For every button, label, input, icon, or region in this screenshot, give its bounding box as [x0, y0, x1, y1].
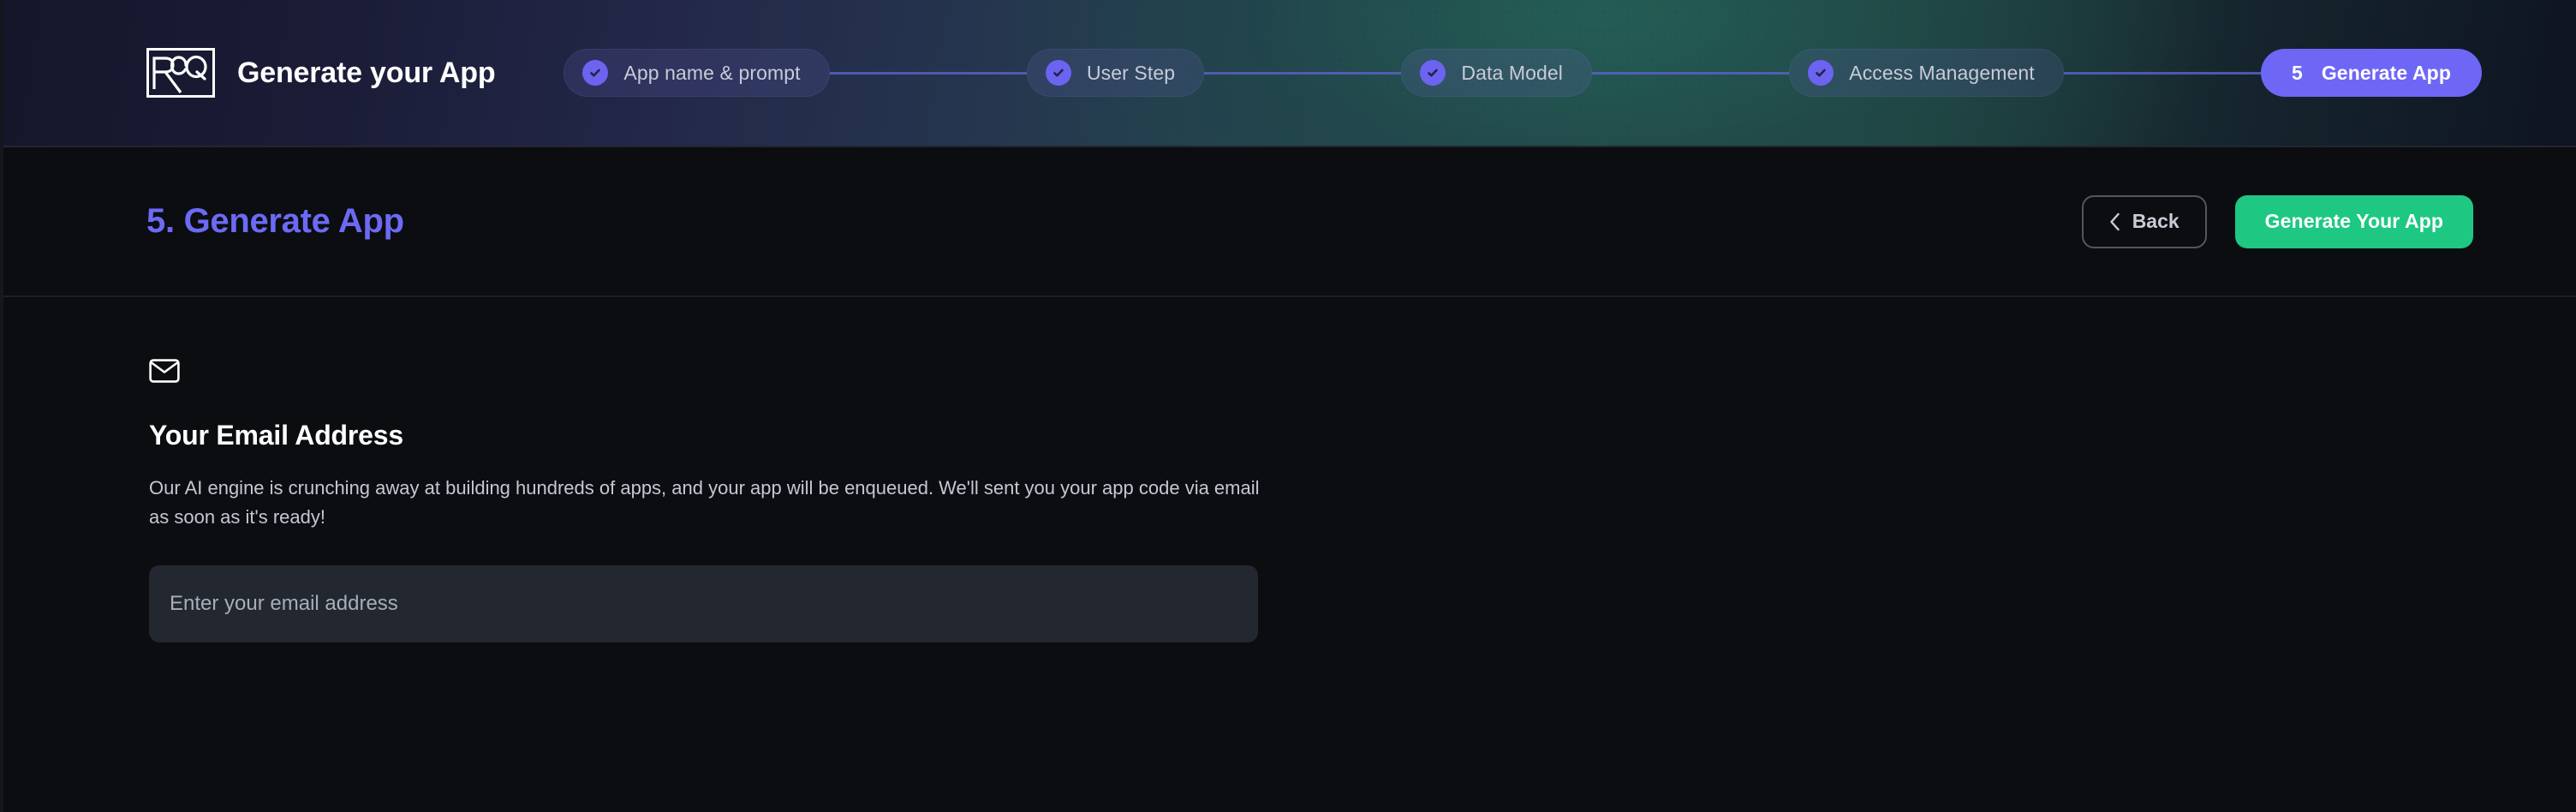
back-button-label: Back	[2132, 210, 2179, 232]
section-description: Our AI engine is crunching away at build…	[149, 477, 1260, 528]
action-buttons: Back Generate Your App	[2081, 194, 2473, 248]
step-label: Access Management	[1849, 61, 2035, 84]
rcq-logo	[146, 48, 215, 98]
step-number: 5	[2292, 61, 2303, 84]
step-access-management[interactable]: Access Management	[1789, 49, 2064, 97]
check-icon	[1045, 60, 1071, 86]
mail-icon	[149, 359, 2576, 387]
generate-your-app-button[interactable]: Generate Your App	[2234, 194, 2473, 248]
step-label: User Step	[1086, 61, 1176, 84]
back-button[interactable]: Back	[2081, 194, 2207, 248]
step-label: Data Model	[1461, 61, 1563, 84]
step-app-name-prompt[interactable]: App name & prompt	[564, 49, 830, 97]
page-title: 5. Generate App	[146, 202, 404, 240]
brand: Generate your App	[146, 48, 496, 98]
step-connector	[2063, 71, 2262, 75]
section-title: Your Email Address	[149, 420, 403, 451]
email-input[interactable]	[149, 565, 1258, 643]
check-icon	[1808, 60, 1834, 86]
check-icon	[582, 60, 609, 86]
check-icon	[1420, 60, 1446, 86]
step-label: App name & prompt	[623, 61, 801, 84]
step-connector	[829, 71, 1027, 75]
step-connector	[1204, 71, 1402, 75]
step-generate-app[interactable]: 5 Generate App	[2261, 49, 2482, 97]
chevron-left-icon	[2109, 212, 2120, 231]
main-content: Your Email Address Our AI engine is crun…	[3, 297, 2576, 643]
step-data-model[interactable]: Data Model	[1401, 49, 1592, 97]
step-label: Generate App	[2321, 61, 2451, 84]
title-bar: 5. Generate App Back Generate Your App	[3, 147, 2576, 297]
app-root: Generate your App App name & prompt User…	[0, 0, 2576, 812]
step-user-step[interactable]: User Step	[1026, 49, 1205, 97]
progress-stepper: App name & prompt User Step Data Model A…	[564, 49, 2576, 97]
brand-title: Generate your App	[237, 56, 496, 89]
step-connector	[1592, 71, 1790, 75]
app-header: Generate your App App name & prompt User…	[3, 0, 2576, 147]
